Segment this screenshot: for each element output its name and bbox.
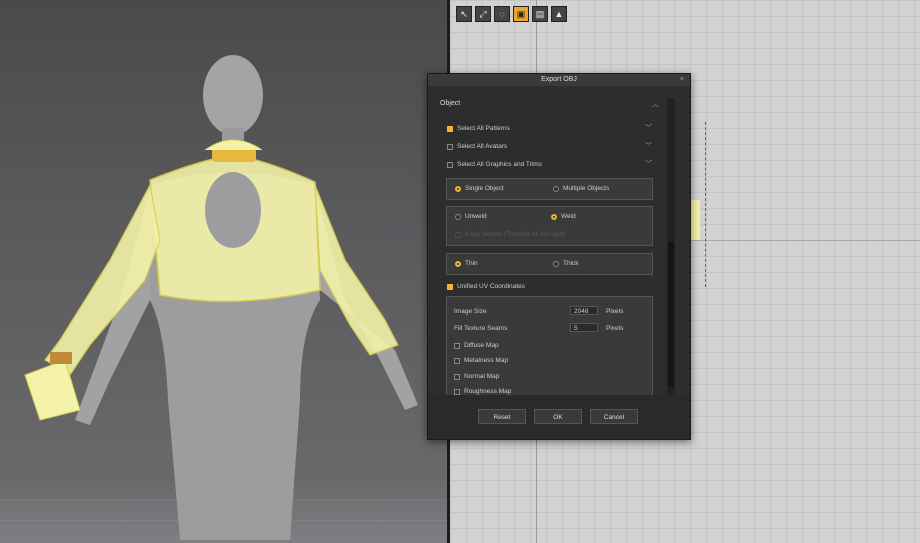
sewing-tool-icon[interactable]: ▤ (532, 6, 548, 22)
thickness-panel: Thin Thick (446, 253, 653, 275)
avatar-with-garment (24, 55, 418, 540)
unweld-option[interactable]: Unweld (455, 213, 487, 220)
weld-panel: Unweld Weld Keep Seams (Transfer of Ver.… (446, 206, 653, 246)
transform-tool-icon[interactable]: ⤢ (475, 6, 491, 22)
export-obj-dialog: Export OBJ × Object ︿ Select All Pattern… (427, 73, 691, 440)
select-all-patterns-row[interactable]: Select All Patterns (447, 125, 510, 132)
checkbox[interactable] (447, 161, 453, 168)
selection-box (705, 122, 707, 287)
cancel-button[interactable]: Cancel (590, 409, 638, 424)
pattern-piece[interactable] (690, 200, 700, 240)
image-size-unit: Pixels (606, 308, 624, 315)
image-size-field[interactable]: 2048 (570, 306, 598, 315)
diffuse-map-row[interactable]: Diffuse Map (454, 342, 499, 349)
dialog-title: Export OBJ (541, 76, 577, 83)
reset-button[interactable]: Reset (478, 409, 526, 424)
pattern-toolbar: ↖ ⤢ ◌ ▣ ▤ ▲ (456, 6, 567, 22)
chevron-down-icon[interactable]: ﹀ (645, 141, 652, 151)
object-mode-panel: Single Object Multiple Objects (446, 178, 653, 200)
metalness-map-row[interactable]: Metalness Map (454, 357, 508, 364)
checkbox-checked[interactable] (447, 125, 453, 132)
keep-seams-option: Keep Seams (Transfer of Ver.Split) (455, 231, 565, 238)
unified-uv-label: Unified UV Coordinates (457, 283, 525, 290)
uv-settings-panel: Image Size 2048 Pixels Fill Texture Seam… (446, 296, 653, 396)
single-object-option[interactable]: Single Object (455, 185, 504, 192)
fill-seams-field[interactable]: 5 (570, 323, 598, 332)
normal-map-row[interactable]: Normal Map (454, 373, 499, 380)
unified-uv-row[interactable]: Unified UV Coordinates (447, 283, 525, 290)
ok-button[interactable]: OK (534, 409, 582, 424)
close-icon[interactable]: × (680, 74, 684, 86)
image-size-label: Image Size (454, 308, 487, 315)
chevron-up-icon[interactable]: ︿ (652, 99, 659, 109)
fill-seams-label: Fill Texture Seams (454, 325, 508, 332)
avatar-tool-icon[interactable]: ▲ (551, 6, 567, 22)
lasso-tool-icon[interactable]: ◌ (494, 6, 510, 22)
3d-viewport[interactable] (0, 0, 447, 543)
select-all-graphics-label: Select All Graphics and Trims (457, 161, 542, 168)
select-all-patterns-label: Select All Patterns (457, 125, 510, 132)
scrollbar-thumb[interactable] (668, 242, 674, 387)
thick-option[interactable]: Thick (553, 260, 579, 267)
fill-seams-unit: Pixels (606, 325, 624, 332)
select-all-avatars-label: Select All Avatars (457, 143, 508, 150)
checkbox[interactable] (447, 143, 453, 150)
select-all-avatars-row[interactable]: Select All Avatars (447, 143, 507, 150)
multiple-objects-option[interactable]: Multiple Objects (553, 185, 609, 192)
pattern-tool-icon[interactable]: ▣ (513, 6, 529, 22)
roughness-map-row[interactable]: Roughness Map (454, 388, 511, 395)
dialog-title-bar[interactable]: Export OBJ × (428, 74, 690, 86)
checkbox-checked[interactable] (447, 283, 453, 290)
arrow-tool-icon[interactable]: ↖ (456, 6, 472, 22)
section-object-label: Object (440, 100, 461, 107)
weld-option[interactable]: Weld (551, 213, 576, 220)
chevron-down-icon[interactable]: ﹀ (645, 159, 652, 169)
thin-option[interactable]: Thin (455, 260, 478, 267)
chevron-down-icon[interactable]: ﹀ (645, 123, 652, 133)
select-all-graphics-row[interactable]: Select All Graphics and Trims (447, 161, 542, 168)
